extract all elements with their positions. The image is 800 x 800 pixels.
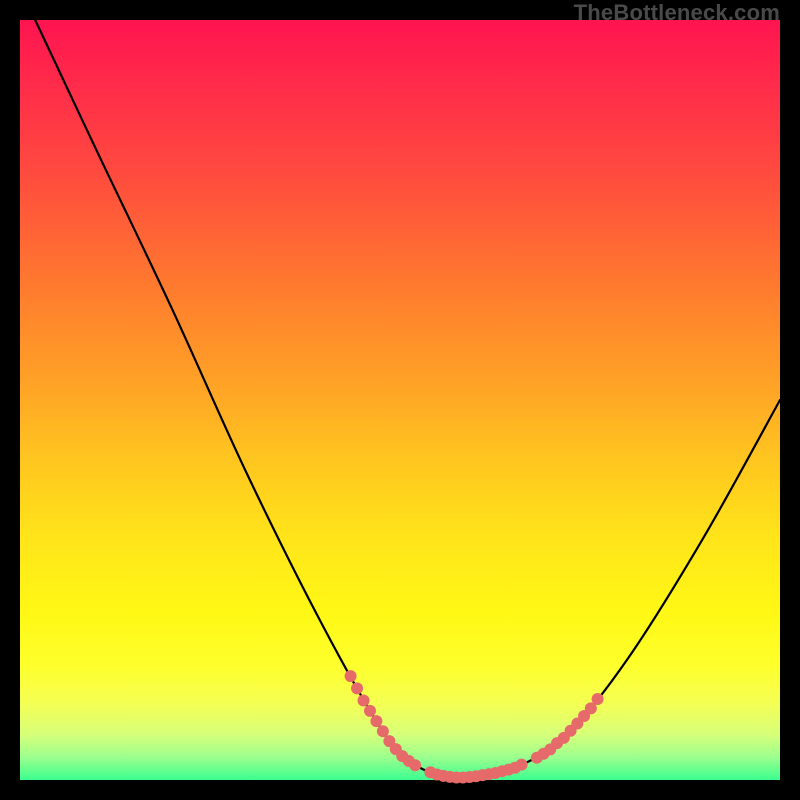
curve-marker-dot: [345, 670, 357, 682]
curve-marker-dot: [592, 693, 604, 705]
curve-marker-dot: [358, 695, 370, 707]
chart-frame: TheBottleneck.com: [0, 0, 800, 800]
curve-marker-dot: [370, 715, 382, 727]
curve-svg: [20, 20, 780, 780]
curve-marker-dot: [516, 759, 528, 771]
curve-marker-dot: [351, 682, 363, 694]
curve-marker-dot: [377, 725, 389, 737]
bottleneck-curve: [35, 20, 780, 778]
plot-area: [20, 20, 780, 780]
curve-marker-dot: [364, 705, 376, 717]
curve-markers: [345, 670, 604, 783]
curve-marker-dot: [409, 759, 421, 771]
